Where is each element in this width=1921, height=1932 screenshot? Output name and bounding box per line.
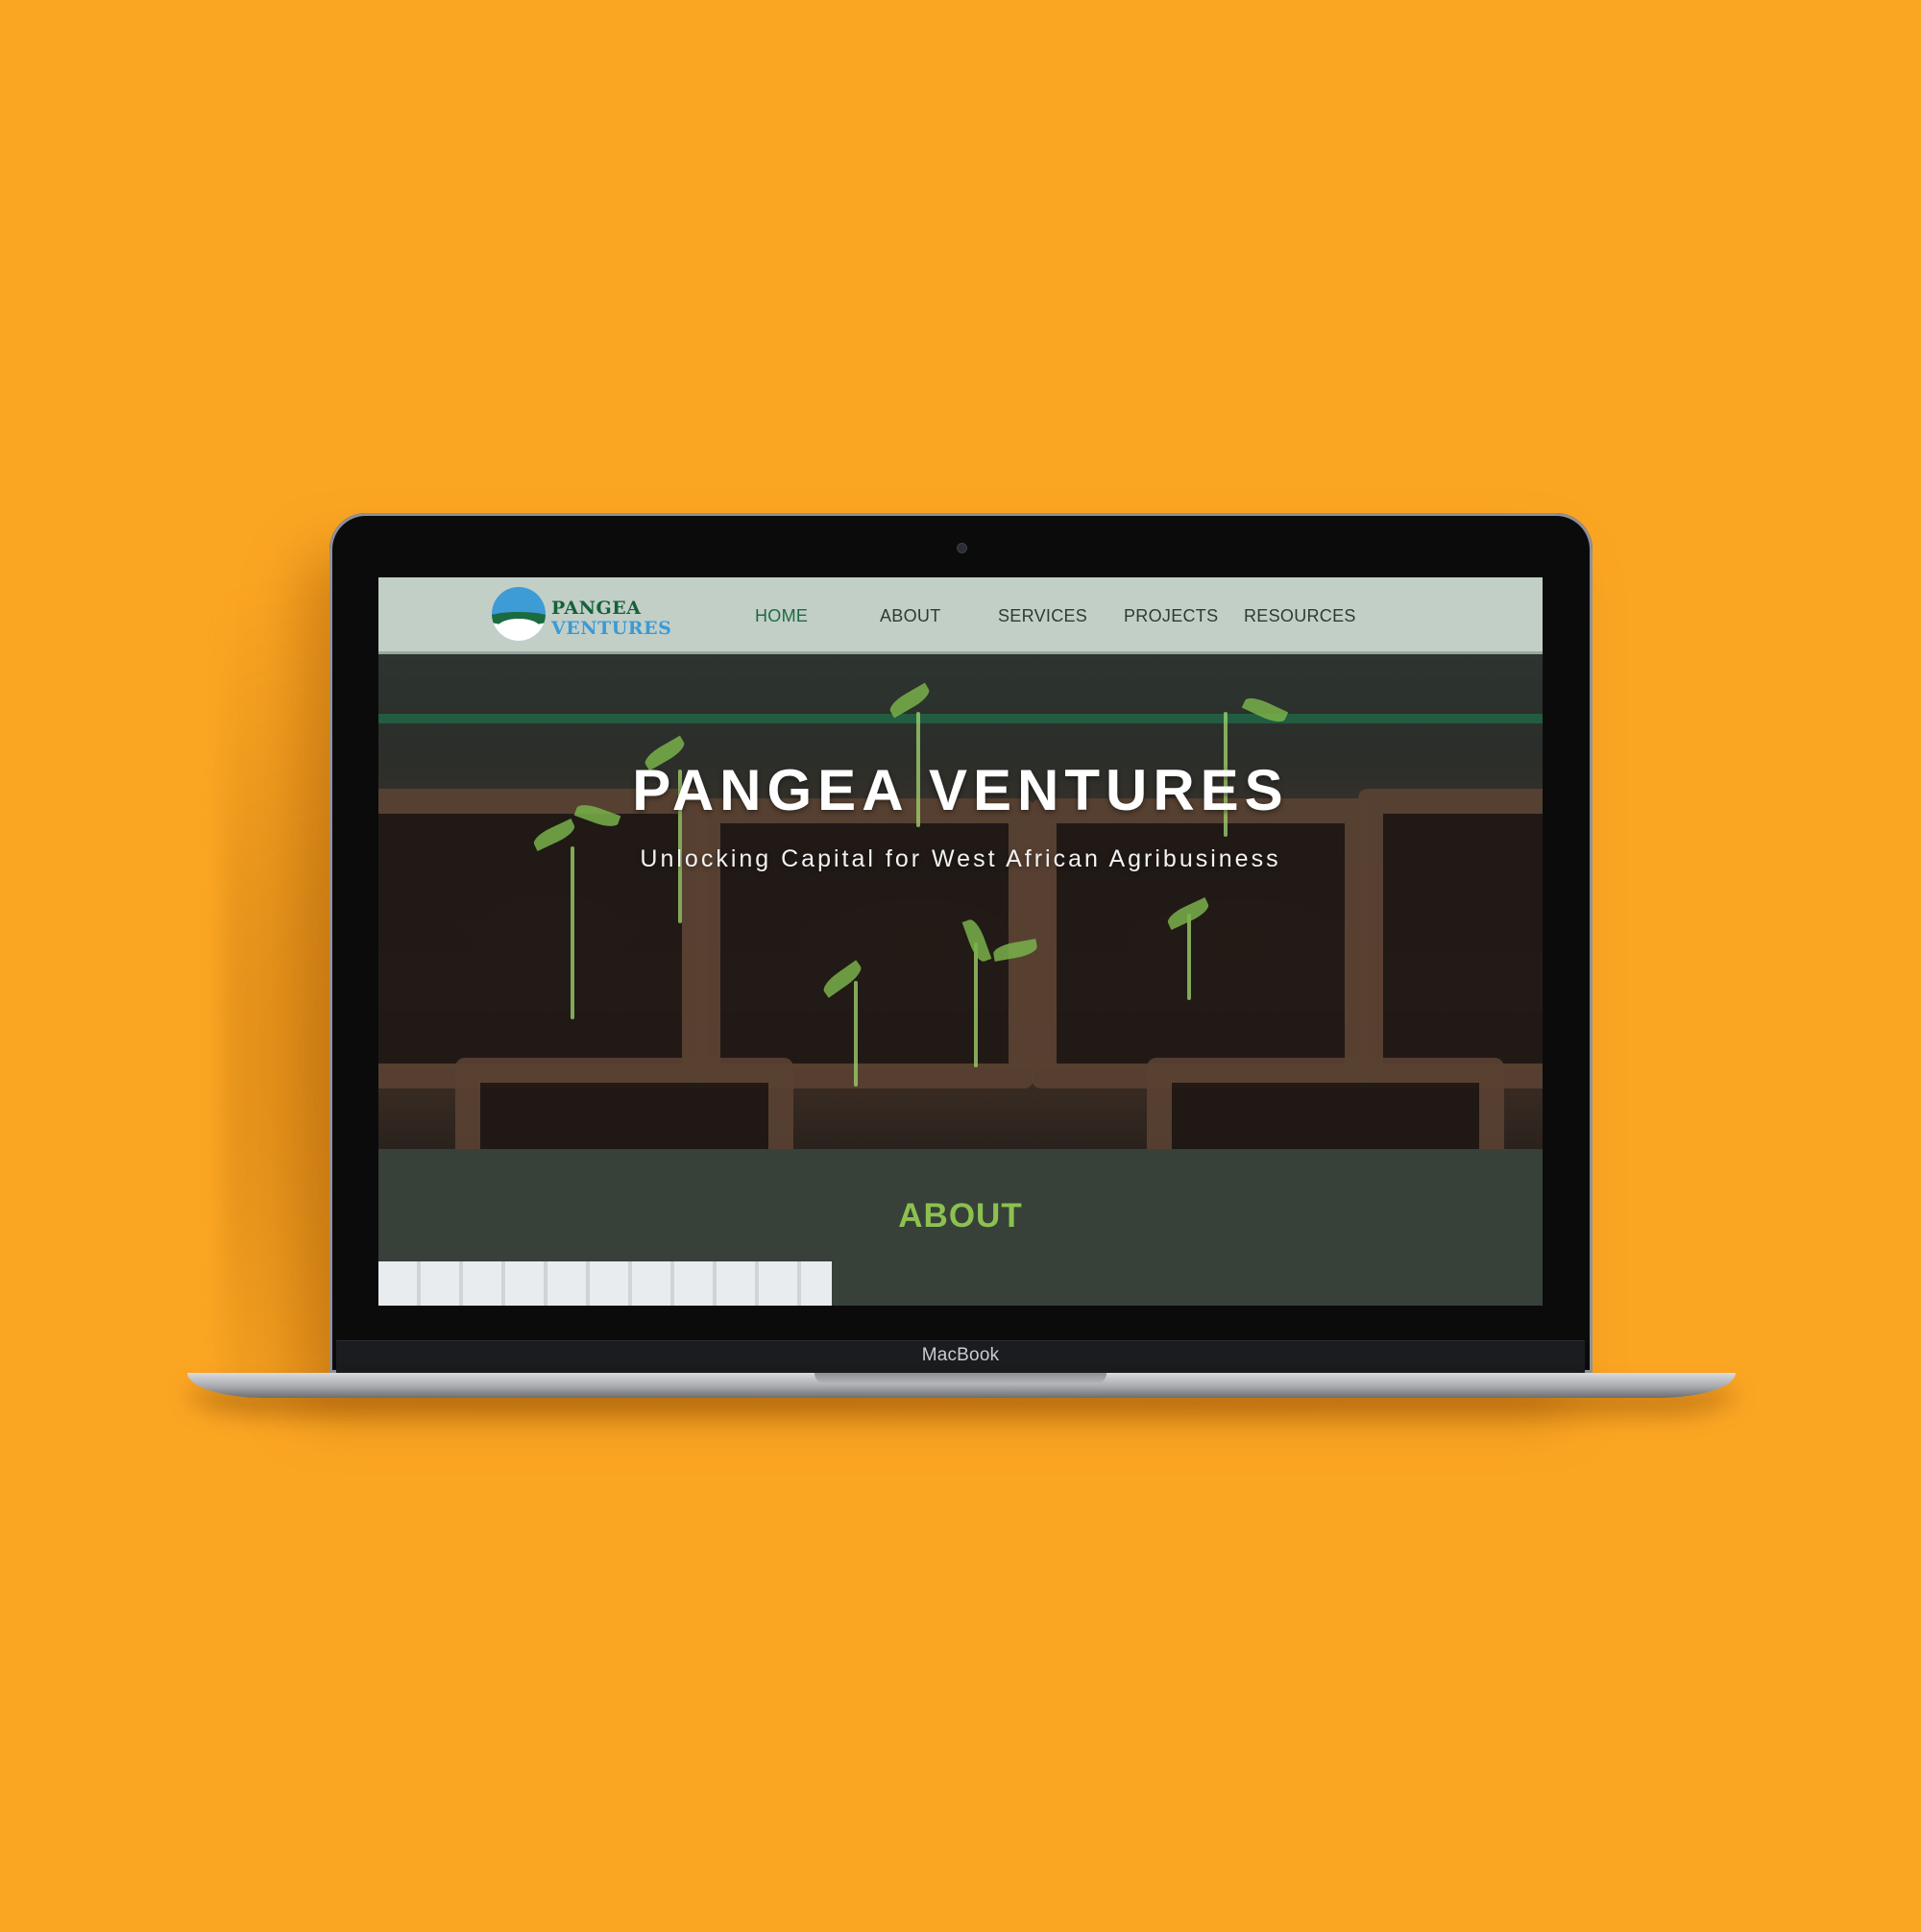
nav-item-about[interactable]: ABOUT <box>880 606 941 626</box>
seedling-stem <box>1187 914 1191 1000</box>
nav-item-projects[interactable]: PROJECTS <box>1124 606 1218 626</box>
hero-background-bar <box>378 714 1543 723</box>
nav-item-services[interactable]: SERVICES <box>998 606 1087 626</box>
site-header: PANGEA VENTURES HOME ABOUT SERVICES PROJ… <box>378 577 1543 654</box>
seedling-leaf <box>887 682 933 719</box>
nav-item-resources[interactable]: RESOURCES <box>1244 606 1356 626</box>
about-image <box>378 1261 832 1306</box>
camera-icon <box>957 543 967 553</box>
about-section: ABOUT <box>378 1149 1543 1306</box>
hero-title: PANGEA VENTURES <box>632 758 1289 822</box>
logo-text-pangea: PANGEA <box>551 598 642 619</box>
about-heading: ABOUT <box>898 1197 1023 1235</box>
seedling-stem <box>974 942 978 1067</box>
hero-subtitle: Unlocking Capital for West African Agrib… <box>640 845 1281 872</box>
hero-section: PANGEA VENTURES Unlocking Capital for We… <box>378 654 1543 1149</box>
seedling-stem <box>854 981 858 1087</box>
laptop-screen: PANGEA VENTURES HOME ABOUT SERVICES PROJ… <box>378 577 1543 1306</box>
seedling-pot <box>1147 1058 1504 1149</box>
logo-text-ventures: VENTURES <box>551 618 672 639</box>
seedling-pot <box>1032 798 1370 1088</box>
seedling-pot <box>1358 789 1543 1088</box>
macbook-label: MacBook <box>921 1345 1000 1365</box>
globe-logo-icon <box>492 587 546 641</box>
laptop-hinge-notch <box>815 1373 1106 1384</box>
nav-item-home[interactable]: HOME <box>755 606 808 626</box>
site-logo[interactable]: PANGEA VENTURES <box>492 585 674 643</box>
seedling-pot <box>455 1058 793 1149</box>
